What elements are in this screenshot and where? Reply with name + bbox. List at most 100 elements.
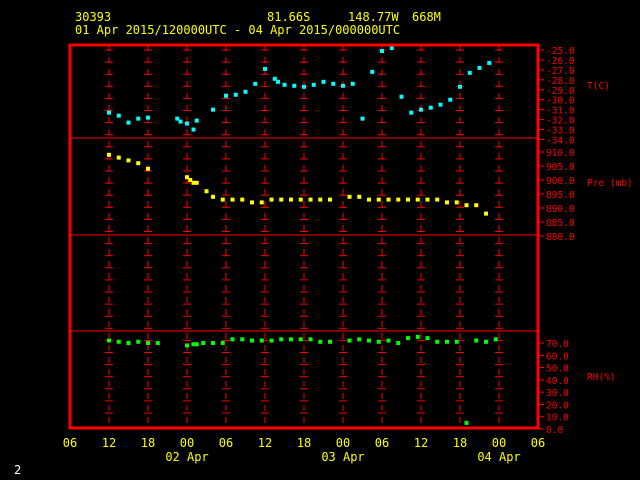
x-tick-label: 00 <box>492 436 506 450</box>
data-point-temperature <box>477 65 482 70</box>
data-point-rh <box>126 341 131 345</box>
data-point-temperature <box>243 89 248 94</box>
data-point-temperature <box>360 116 365 121</box>
data-point-rh <box>220 341 225 345</box>
data-point-pressure <box>194 180 199 185</box>
data-point-pressure <box>116 155 121 160</box>
data-point-rh <box>269 338 274 343</box>
data-point-rh <box>406 336 410 341</box>
data-point-pressure <box>259 200 264 205</box>
data-point-temperature <box>194 118 199 123</box>
data-point-temperature <box>350 81 355 86</box>
data-point-rh <box>318 339 323 344</box>
data-point-rh <box>454 339 459 344</box>
data-point-temperature <box>341 83 345 88</box>
data-point-pressure <box>396 197 401 202</box>
x-date-label: 03 Apr <box>321 450 364 464</box>
data-point-pressure <box>107 152 111 157</box>
panel-label: T(C) <box>587 81 610 92</box>
y-tick-label: 890.0 <box>546 204 575 215</box>
data-point-rh <box>230 337 235 342</box>
x-tick-label: 06 <box>63 436 77 450</box>
data-point-rh <box>185 343 189 348</box>
x-tick-label: 06 <box>219 436 233 450</box>
data-point-pressure <box>367 197 371 202</box>
data-point-temperature <box>458 84 462 89</box>
data-point-pressure <box>279 197 284 202</box>
meteogram-plot: 06 12 18 00 06 12 18 00 06 12 18 00 06 02 Apr 03 Apr 04… <box>63 43 633 464</box>
page-number: 2 <box>14 463 22 477</box>
y-tick-label: 880.0 <box>546 232 575 243</box>
data-point-rh <box>347 338 352 343</box>
data-point-pressure <box>464 203 469 208</box>
data-point-rh <box>116 339 121 344</box>
x-tick-label: 18 <box>453 436 467 450</box>
data-point-rh <box>445 339 449 344</box>
data-point-rh <box>376 339 381 344</box>
y-tick-label: 885.0 <box>546 218 575 229</box>
x-date-label: 04 Apr <box>477 450 520 464</box>
data-point-rh <box>298 337 303 342</box>
data-point-temperature <box>321 79 326 84</box>
data-point-temperature <box>448 97 453 102</box>
data-point-pressure <box>318 197 323 202</box>
y-tick-label: 0.0 <box>546 425 563 436</box>
data-point-pressure <box>211 194 215 199</box>
data-point-temperature <box>126 120 131 125</box>
data-point-temperature <box>276 79 280 84</box>
data-point-pressure <box>347 194 352 199</box>
data-point-pressure <box>230 197 235 202</box>
y-tick-label: 895.0 <box>546 190 575 201</box>
data-point-pressure <box>308 197 313 202</box>
data-point-rh <box>396 341 401 345</box>
data-point-temperature <box>428 105 433 110</box>
y-tick-label: 40.0 <box>546 376 569 387</box>
data-point-rh <box>386 338 391 343</box>
data-point-rh <box>328 339 332 344</box>
data-point-pressure <box>220 197 225 202</box>
data-point-pressure <box>298 197 303 202</box>
data-point-pressure <box>240 197 245 202</box>
data-point-temperature <box>178 119 183 124</box>
y-tick-label: 900.0 <box>546 176 575 187</box>
x-tick-label: 00 <box>180 436 194 450</box>
data-point-rh <box>435 339 440 344</box>
y-tick-label: 20.0 <box>546 400 569 411</box>
x-tick-label: 18 <box>141 436 155 450</box>
data-point-rh <box>136 339 141 344</box>
x-tick-label: 12 <box>258 436 272 450</box>
x-tick-label: 06 <box>375 436 389 450</box>
data-point-rh <box>425 336 430 341</box>
data-point-temperature <box>389 46 394 51</box>
data-point-temperature <box>311 82 316 87</box>
x-tick-label: 18 <box>297 436 311 450</box>
data-point-rh <box>211 341 215 345</box>
data-point-temperature <box>331 81 336 86</box>
data-point-pressure <box>386 197 391 202</box>
data-point-pressure <box>136 161 141 166</box>
data-point-temperature <box>185 121 189 126</box>
data-point-temperature <box>224 93 228 98</box>
data-point-temperature <box>399 94 404 99</box>
x-tick-label: 12 <box>102 436 116 450</box>
panel-label: RH(%) <box>587 372 616 383</box>
data-point-rh <box>146 341 150 345</box>
data-point-rh <box>367 338 371 343</box>
data-point-temperature <box>107 110 111 115</box>
data-point-pressure <box>425 197 430 202</box>
data-point-temperature <box>438 102 443 107</box>
data-point-pressure <box>289 197 293 202</box>
y-tick-label: 30.0 <box>546 388 569 399</box>
data-point-rh <box>289 337 293 342</box>
data-point-temperature <box>282 82 287 87</box>
data-point-pressure <box>328 197 332 202</box>
data-point-temperature <box>380 48 384 53</box>
data-point-pressure <box>445 200 449 205</box>
data-point-temperature <box>211 107 215 112</box>
data-point-rh <box>201 341 206 345</box>
data-point-temperature <box>253 81 258 86</box>
data-point-rh <box>415 334 420 339</box>
data-point-pressure <box>415 197 420 202</box>
data-point-temperature <box>487 60 492 65</box>
x-tick-label: 12 <box>414 436 428 450</box>
